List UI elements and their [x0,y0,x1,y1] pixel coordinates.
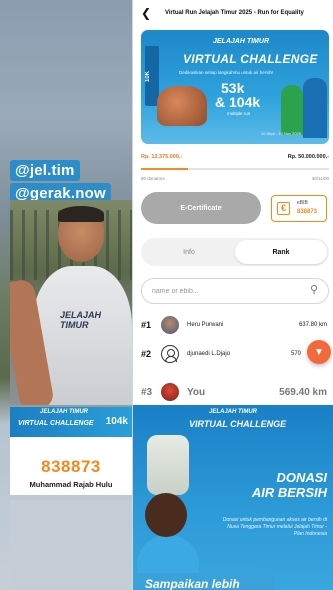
donation-amounts: Rp. 12.375.000,- Rp. 50.000.000,- [141,154,329,160]
event-banner: 10K JELAJAH TIMUR VIRTUAL CHALLENGE Dedi… [141,30,329,144]
avatar [161,383,179,401]
ebib-code: 838873 [297,209,318,215]
poster-description: Donasi untuk pembangunan akses air bersi… [222,517,327,537]
e-certificate-button[interactable]: E-Certificate [141,192,261,224]
jug-icon [157,86,207,126]
search-box: ⚲ [141,278,329,304]
mini-card-distance: 104k [105,416,128,427]
rank-number: #2 [141,349,152,359]
mini-card-code: 838873 [41,457,101,476]
mini-card-name: Muhammad Rajab Hulu [29,480,113,489]
tab-info[interactable]: Info [143,240,235,264]
page-title: Virtual Run Jelajah Timur 2025 - Run for… [165,10,304,16]
ebib-button[interactable]: € eBIB 838873 [271,195,327,222]
avatar [161,316,179,334]
rank-distance: 569.40 km [279,386,327,398]
banner-multiple: multiple run [227,111,251,116]
runner-figure-1 [281,85,303,135]
ebib-label: eBIB [297,200,308,206]
rank-name: djunaedi L.Djajo [187,351,231,357]
photo-hair [58,206,104,222]
banner-title: VIRTUAL CHALLENGE [183,52,318,66]
chevron-down-icon: ▼ [314,346,324,358]
poster-title: VIRTUAL CHALLENGE [189,419,287,429]
rank-number: #1 [141,320,152,330]
search-input[interactable] [152,284,292,298]
rank-number: #3 [141,386,153,398]
info-rank-tabs: Info Rank [141,238,329,266]
rank-row-1[interactable]: #1 Heru Purwani 637.80 km [141,313,331,337]
rank-name: Heru Purwani [187,322,224,328]
donation-poster: JELAJAH TIMUR VIRTUAL CHALLENGE DONASI A… [133,405,333,590]
back-arrow-icon[interactable]: ❮ [141,6,155,20]
banner-distance-2: & 104k [215,94,261,110]
rank-row-self[interactable]: #3 You 569.40 km [141,380,331,404]
runner-figure-2 [303,78,327,138]
amount-raised: Rp. 12.375.000,- [141,154,183,160]
scroll-down-fab[interactable]: ▼ [307,340,331,364]
donator-count: 80 donators [141,176,165,181]
left-bottom-area [10,500,132,590]
search-icon[interactable]: ⚲ [310,283,318,296]
donation-meta: 80 donators 30/11/00 [141,176,329,181]
rank-distance: 570 [290,351,301,357]
avatar-placeholder-icon [161,345,179,363]
banner-subtitle: Dedikasikan setiap langkahmu untuk air b… [179,70,274,75]
left-panel: @jel.tim @gerak.now JELAJAH TIMUR JELAJA… [0,0,132,590]
mini-card-title: VIRTUAL CHALLENGE [18,420,94,427]
handle-jel-tim: @jel.tim [10,160,80,181]
amount-target: Rp. 50.000.000,- [287,154,329,160]
poster-headline-1: DONASI [276,470,327,485]
rank-name: You [187,386,206,398]
app-screen: ❮ Virtual Run Jelajah Timur 2025 - Run f… [133,0,333,405]
rank-row-2[interactable]: #2 djunaedi L.Djajo 570 [141,342,331,366]
ebib-icon: € [277,202,290,215]
donation-progress-bar [141,168,329,170]
rank-distance: 637.80 km [298,322,327,328]
days-remaining: 30/11/00 [311,176,329,181]
water-jerrycan-icon [147,435,189,495]
banner-brand: JELAJAH TIMUR [213,38,270,45]
banner-date: 10 Sept - 10 Nov 2025 [261,131,302,136]
poster-brand: JELAJAH TIMUR [209,409,258,415]
app-topbar: ❮ Virtual Run Jelajah Timur 2025 - Run f… [133,0,333,26]
mini-card-header: JELAJAH TIMUR VIRTUAL CHALLENGE 104k [10,407,132,437]
tab-rank[interactable]: Rank [235,240,327,264]
ebib-mini-card: JELAJAH TIMUR VIRTUAL CHALLENGE 104k 838… [10,407,132,495]
donation-progress-fill [141,168,188,170]
poster-headline-2: AIR BERSIH [251,484,327,500]
runner-photo: JELAJAH TIMUR [10,200,132,405]
photo-shirt-text: JELAJAH TIMUR [60,310,102,330]
poster-caption: Sampaikan lebih [133,573,275,590]
mini-card-brand: JELAJAH TIMUR [40,409,89,415]
poster-headline: DONASI AIR BERSIH [251,470,327,501]
poster-child-head [145,493,187,537]
